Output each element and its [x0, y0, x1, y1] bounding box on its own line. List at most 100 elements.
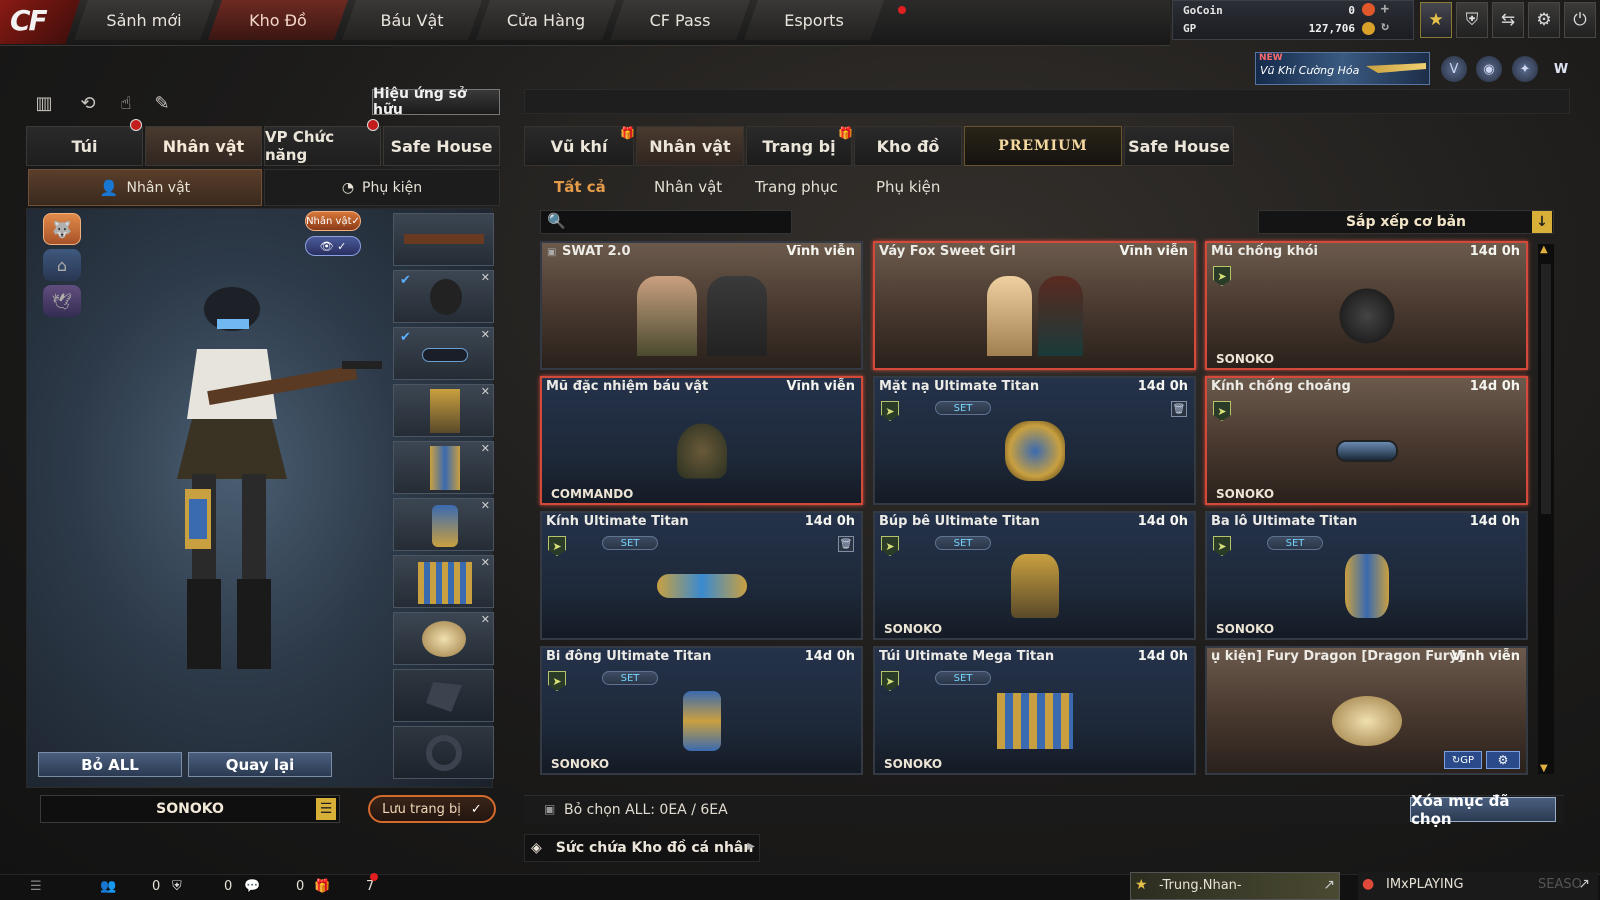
equip-shield-icon[interactable]: ➤	[1213, 266, 1231, 286]
close-icon[interactable]: ✕	[481, 385, 490, 398]
owned-effects-button[interactable]: Hiệu ứng sở hữu	[372, 86, 500, 118]
gift-icon[interactable]: 🎁	[314, 879, 330, 894]
item-card[interactable]: ▣ SWAT 2.0 Vĩnh viễn	[540, 241, 863, 370]
trash-icon[interactable]: 🗑	[838, 536, 854, 552]
slot-helmet[interactable]: ✔ ✕	[393, 270, 494, 323]
slot-empty[interactable]	[393, 726, 494, 779]
ranking-icon[interactable]: ▥	[30, 89, 58, 117]
refresh-icon[interactable]: ↻	[1381, 19, 1389, 34]
trash-icon[interactable]: 🗑	[1171, 401, 1187, 417]
nav-tab-esports[interactable]: Esports	[744, 0, 884, 40]
slot-bag[interactable]: ✕	[393, 555, 494, 608]
chat-icon[interactable]: 💬	[244, 879, 260, 894]
save-equipment-button[interactable]: Lưu trang bị ✓	[368, 795, 496, 823]
tab-nhan-vat-right[interactable]: Nhân vật	[636, 126, 744, 166]
subtab-nhan-vat[interactable]: 👤 Nhân vật	[28, 169, 262, 206]
globe-icon[interactable]: ◉	[1476, 56, 1502, 82]
subtab-trang-phuc[interactable]: Trang phục	[755, 172, 838, 202]
gear-icon[interactable]: ⚙	[1528, 2, 1560, 38]
capacity-bar[interactable]: ◈ Sức chứa Kho đồ cá nhân ▶	[524, 834, 760, 862]
back-button[interactable]: Quay lại	[188, 752, 332, 777]
gp-refresh-icon[interactable]: ↻GP	[1444, 751, 1482, 769]
w-logo-icon[interactable]: W	[1548, 56, 1574, 82]
history-icon[interactable]: ⟲	[74, 89, 102, 117]
external-link-icon[interactable]: ↗	[1578, 876, 1590, 892]
streaming-bar[interactable]: ● IMxPLAYING SEASO ↗	[1358, 872, 1598, 900]
add-gocoin-icon[interactable]: +	[1381, 1, 1389, 17]
item-card[interactable]: ụ kiện] Fury Dragon [Dragon Fury] Vĩnh v…	[1205, 646, 1528, 775]
item-card[interactable]: Kính chống choáng 14d 0h ➤ SONOKO	[1205, 376, 1528, 505]
equip-shield-icon[interactable]: ➤	[881, 536, 899, 556]
weapon-upgrade-banner[interactable]: NEW Vũ Khí Cường Hóa	[1255, 52, 1430, 85]
scroll-up-icon[interactable]: ▲	[1540, 244, 1548, 255]
item-card[interactable]: Mũ đặc nhiệm báu vật Vĩnh viễn COMMANDO	[540, 376, 863, 505]
item-card[interactable]: Bi đông Ultimate Titan 14d 0h ➤ SET SONO…	[540, 646, 863, 775]
slot-doll[interactable]: ✕	[393, 384, 494, 437]
tab-safe-house[interactable]: Safe House	[383, 126, 500, 166]
crosshair-icon[interactable]: ✦	[1512, 56, 1538, 82]
slot-empty[interactable]	[393, 669, 494, 722]
sort-dropdown[interactable]: Sắp xếp cơ bản	[1258, 210, 1554, 234]
wolf-badge-icon[interactable]: 🐺	[43, 213, 81, 245]
slot-accessory[interactable]: ✕	[393, 612, 494, 665]
bookmark-icon[interactable]: ▣	[547, 247, 556, 258]
tab-premium[interactable]: PREMIUM	[964, 126, 1122, 166]
settings-icon[interactable]: ⚙	[1486, 751, 1520, 769]
item-card[interactable]: Mũ chống khói 14d 0h ➤ SONOKO	[1205, 241, 1528, 370]
tab-nhan-vat[interactable]: Nhân vật	[145, 126, 262, 166]
menu-icon[interactable]: ☰	[316, 798, 336, 820]
scroll-down-icon[interactable]: ▼	[1540, 763, 1548, 774]
close-icon[interactable]: ✕	[481, 271, 490, 284]
nav-tab-sanh-moi[interactable]: Sảnh mới	[74, 0, 214, 40]
remove-all-button[interactable]: Bỏ ALL	[38, 752, 182, 777]
tab-trang-bi[interactable]: Trang bị	[746, 126, 852, 166]
emblem-badge-icon[interactable]: ⌂	[43, 249, 81, 281]
scroll-thumb[interactable]	[1541, 264, 1551, 514]
visibility-toggle[interactable]: 👁 ✓	[305, 236, 361, 256]
slot-backpack[interactable]: ✕	[393, 441, 494, 494]
equip-shield-icon[interactable]: ➤	[548, 536, 566, 556]
item-card[interactable]: Váy Fox Sweet Girl Vĩnh viễn	[873, 241, 1196, 370]
power-icon[interactable]: ⏻	[1564, 2, 1596, 38]
character-toggle[interactable]: Nhân vật ✓	[305, 211, 361, 231]
tab-vp-chuc-nang[interactable]: VP Chức năng	[264, 126, 381, 166]
bird-badge-icon[interactable]: 🕊	[43, 285, 81, 317]
nav-tab-bau-vat[interactable]: Báu Vật	[342, 0, 482, 40]
nav-tab-kho-do[interactable]: Kho Đồ	[208, 0, 348, 40]
item-card[interactable]: Mặt nạ Ultimate Titan 14d 0h ➤ SET 🗑	[873, 376, 1196, 505]
star-icon[interactable]: ★	[1420, 2, 1452, 38]
item-card[interactable]: Túi Ultimate Mega Titan 14d 0h ➤ SET SON…	[873, 646, 1196, 775]
equip-shield-icon[interactable]: ➤	[881, 671, 899, 691]
nav-tab-cua-hang[interactable]: Cửa Hàng	[476, 0, 616, 40]
equip-shield-icon[interactable]: ➤	[548, 671, 566, 691]
equip-shield-icon[interactable]: ➤	[881, 401, 899, 421]
close-icon[interactable]: ✕	[481, 613, 490, 626]
sort-arrow-icon[interactable]: ↓	[1532, 211, 1552, 233]
clan-shield-icon[interactable]: ⛨	[172, 879, 182, 894]
search-input[interactable]: 🔍	[540, 210, 792, 234]
hand-icon[interactable]: ☝	[112, 89, 140, 117]
close-icon[interactable]: ✕	[481, 556, 490, 569]
list-icon[interactable]: ☰	[30, 879, 42, 894]
item-card[interactable]: Búp bê Ultimate Titan 14d 0h ➤ SET SONOK…	[873, 511, 1196, 640]
equip-shield-icon[interactable]: ➤	[1213, 401, 1231, 421]
external-link-icon[interactable]: ↗	[1323, 877, 1335, 893]
friends-icon[interactable]: 👥	[100, 879, 116, 894]
subtab-phu-kien[interactable]: ◔ Phụ kiện	[264, 169, 500, 206]
close-icon[interactable]: ✕	[481, 328, 490, 341]
cf-logo[interactable]: CF	[0, 0, 80, 44]
v-badge-icon[interactable]: V	[1441, 56, 1467, 82]
equip-shield-icon[interactable]: ➤	[1213, 536, 1231, 556]
close-icon[interactable]: ✕	[481, 442, 490, 455]
player-card[interactable]: ★ -Trung.Nhan- ↗	[1130, 872, 1340, 900]
tab-tui[interactable]: Túi	[26, 126, 143, 166]
close-icon[interactable]: ✕	[481, 499, 490, 512]
delete-selected-button[interactable]: Xóa mục đã chọn	[1410, 792, 1556, 828]
item-card[interactable]: Kính Ultimate Titan 14d 0h ➤ SET 🗑	[540, 511, 863, 640]
scrollbar[interactable]: ▲ ▼	[1538, 244, 1554, 774]
tab-kho-do-right[interactable]: Kho đồ	[854, 126, 962, 166]
mouse-icon[interactable]: ✎	[148, 89, 176, 117]
subtab-nhan-vat-right[interactable]: Nhân vật	[654, 172, 722, 202]
nav-tab-cf-pass[interactable]: CF Pass	[610, 0, 750, 40]
shield-icon[interactable]: ⛨	[1456, 2, 1488, 38]
